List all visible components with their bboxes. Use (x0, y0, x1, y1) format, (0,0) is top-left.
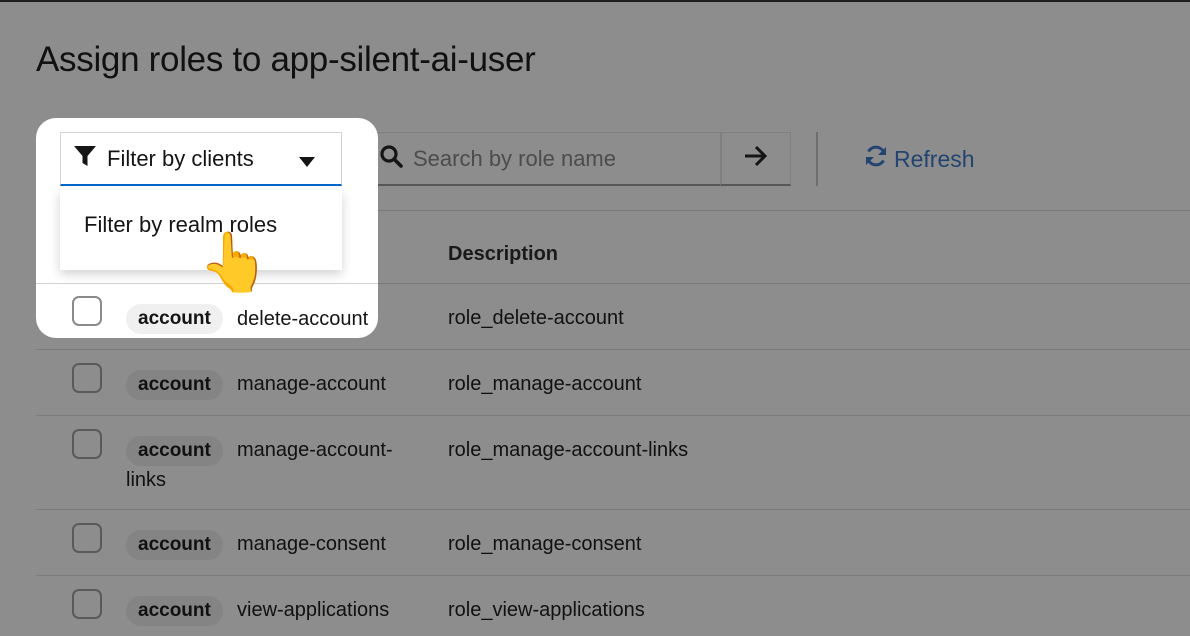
client-badge: account (126, 370, 223, 400)
role-name-wrap: links (126, 469, 167, 491)
search-submit-button[interactable] (720, 132, 791, 186)
caret-down-icon (299, 154, 315, 172)
filter-icon (73, 144, 97, 173)
row-checkbox[interactable] (72, 296, 102, 326)
refresh-button[interactable]: Refresh (864, 144, 975, 174)
spotlight-highlight: Filter by clients Filter by realm roles … (36, 118, 378, 338)
search-icon (379, 144, 403, 173)
client-badge: account (126, 596, 223, 626)
toolbar-separator (816, 132, 818, 186)
column-header-description: Description (448, 243, 559, 265)
role-description: role_manage-account-links (448, 439, 689, 461)
role-description: role_manage-account (448, 373, 642, 395)
search-placeholder: Search by role name (413, 145, 616, 171)
filter-dropdown-toggle[interactable]: Filter by clients (60, 132, 342, 186)
role-description: role_manage-consent (448, 533, 642, 555)
row-checkbox[interactable] (72, 523, 102, 553)
row-divider (36, 349, 1190, 350)
arrow-right-icon (743, 145, 769, 172)
row-checkbox[interactable] (72, 429, 102, 459)
role-description: role_view-applications (448, 599, 645, 621)
role-description: role_delete-account (448, 307, 624, 329)
row-checkbox[interactable] (72, 589, 102, 619)
refresh-icon (864, 144, 888, 174)
search-input[interactable]: Search by role name (366, 132, 722, 186)
row-divider (36, 575, 1190, 576)
pointing-hand-icon: 👆 (198, 230, 271, 295)
row-divider (36, 415, 1190, 416)
row-divider (36, 509, 1190, 510)
page-title: Assign roles to app-silent-ai-user (36, 40, 536, 79)
refresh-label: Refresh (894, 145, 975, 172)
row-checkbox[interactable] (72, 363, 102, 393)
role-name: manage-account (237, 373, 386, 395)
top-border (0, 0, 1190, 2)
role-name: manage-consent (237, 533, 386, 555)
client-badge: account (126, 436, 223, 466)
client-badge: account (126, 530, 223, 560)
role-name: manage-account- (237, 439, 393, 461)
role-name: view-applications (237, 599, 390, 621)
client-badge: account (126, 304, 223, 334)
filter-dropdown-label: Filter by clients (107, 145, 254, 171)
role-name: delete-account (237, 308, 369, 330)
